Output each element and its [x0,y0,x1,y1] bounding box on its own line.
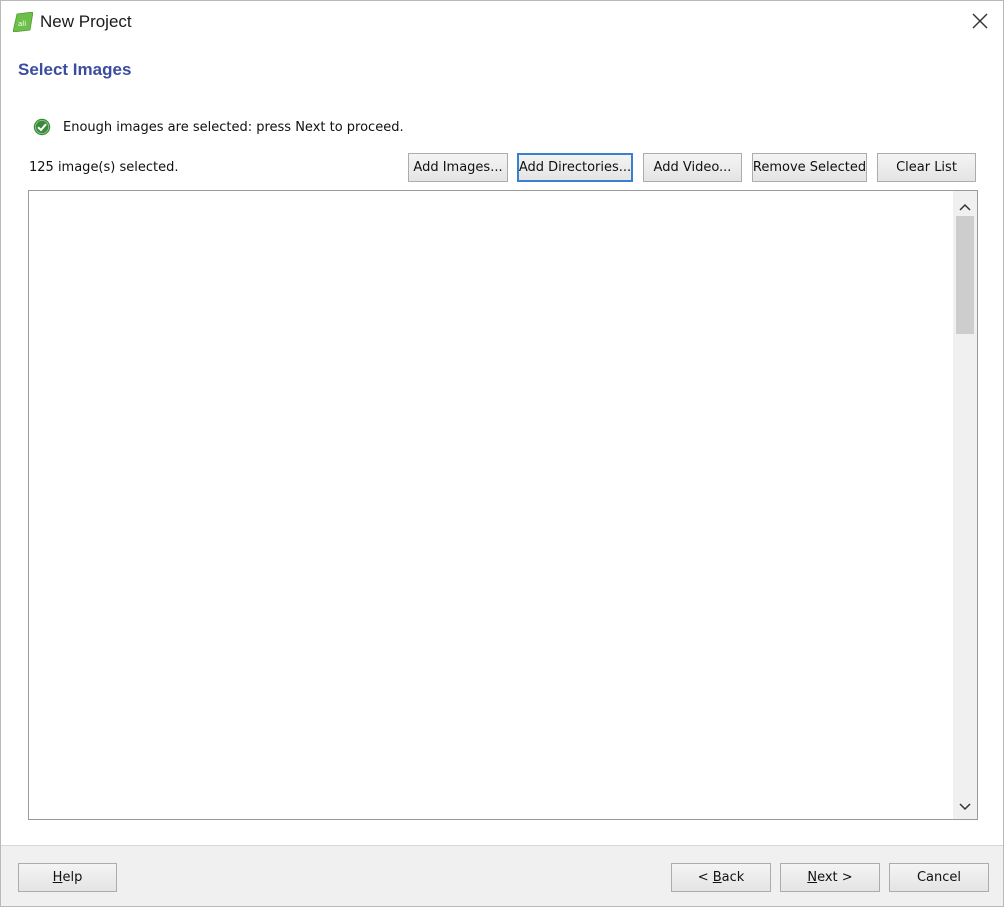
chevron-down-icon [959,796,971,815]
next-mnemonic: N [807,870,818,885]
app-logo-icon: ali [12,11,34,33]
add-directories-button[interactable]: Add Directories... [517,153,633,182]
scroll-thumb[interactable] [956,216,974,334]
scroll-up-button[interactable] [953,193,977,217]
remove-selected-button[interactable]: Remove Selected [752,153,867,182]
help-mnemonic: H [52,870,63,885]
help-button[interactable]: Help [18,863,117,892]
next-label: ext > [817,870,853,885]
selected-count: 125 image(s) selected. [29,160,179,175]
add-images-button[interactable]: Add Images... [408,153,508,182]
help-label: elp [62,870,83,885]
image-list[interactable] [28,190,978,820]
page-title: Select Images [18,60,132,79]
status-message: Enough images are selected: press Next t… [63,119,404,135]
new-project-dialog: ali New Project Select Images Enough ima… [0,0,1004,907]
clear-list-button[interactable]: Clear List [877,153,976,182]
back-button[interactable]: < Back [671,863,771,892]
back-prefix: < [697,870,713,885]
back-label: ack [721,870,745,885]
cancel-button[interactable]: Cancel [889,863,989,892]
close-button[interactable] [963,7,997,39]
check-circle-icon [33,118,51,136]
status-line: Enough images are selected: press Next t… [33,117,404,137]
close-icon [972,13,988,33]
add-video-button[interactable]: Add Video... [643,153,742,182]
window-title: New Project [40,12,132,31]
scroll-down-button[interactable] [953,793,977,817]
title-bar: ali New Project [1,1,1003,45]
svg-text:ali: ali [18,20,26,28]
chevron-up-icon [959,196,971,215]
back-mnemonic: B [712,870,722,885]
vertical-scrollbar[interactable] [953,191,977,819]
next-button[interactable]: Next > [780,863,880,892]
